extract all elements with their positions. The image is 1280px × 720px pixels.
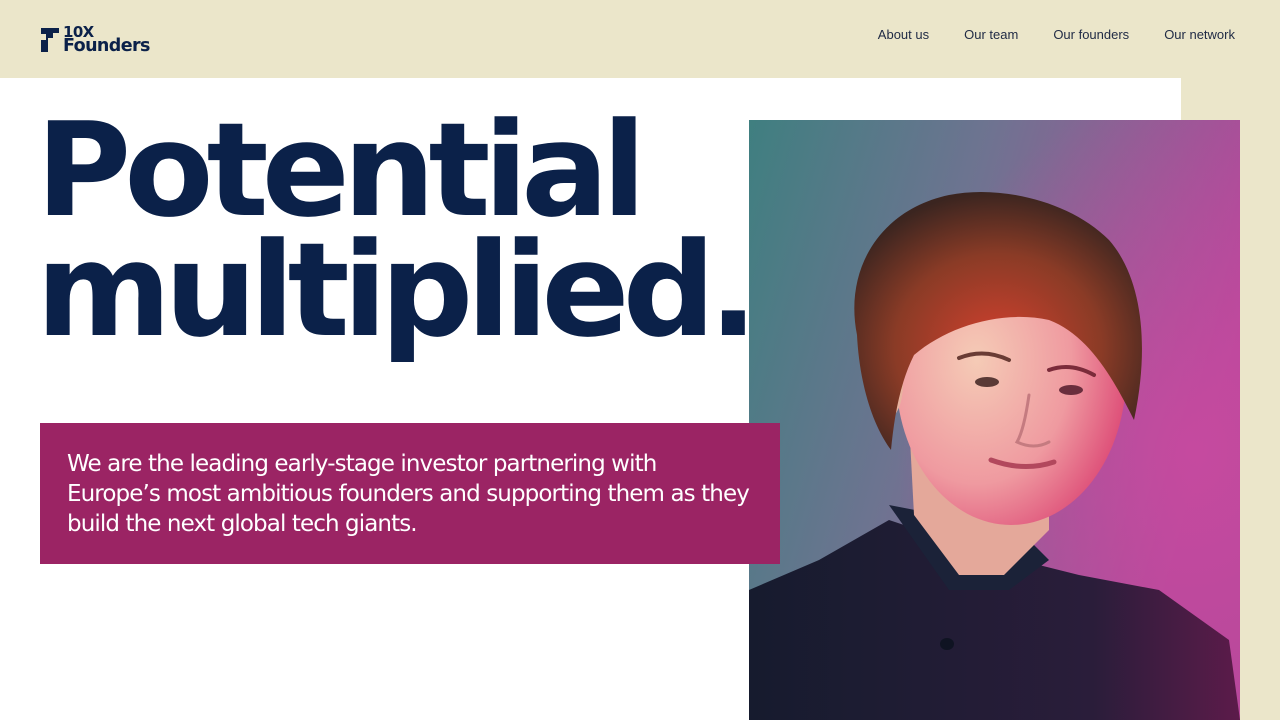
logo-wordmark: 10X Founders [63, 25, 150, 56]
headline-line-1: Potential [36, 94, 646, 246]
founder-portrait-illustration [749, 120, 1240, 720]
headline-line-2: multiplied. [36, 214, 758, 366]
hero-headline: Potential multiplied. [36, 94, 758, 366]
logo-mark-icon [41, 27, 59, 52]
hero-tagline: We are the leading early-stage investor … [67, 451, 750, 537]
logo[interactable]: 10X Founders [40, 25, 150, 56]
nav-our-founders[interactable]: Our founders [1053, 27, 1129, 43]
nav-our-network[interactable]: Our network [1164, 27, 1235, 43]
tagline-box: We are the leading early-stage investor … [40, 423, 780, 564]
site-header: 10X Founders About us Our team Our found… [0, 0, 1280, 78]
nav-about-us[interactable]: About us [878, 27, 929, 43]
main-nav: About us Our team Our founders Our netwo… [878, 27, 1235, 43]
founder-portrait [749, 120, 1240, 720]
nav-our-team[interactable]: Our team [964, 27, 1018, 43]
logo-line-2: Founders [63, 35, 150, 56]
